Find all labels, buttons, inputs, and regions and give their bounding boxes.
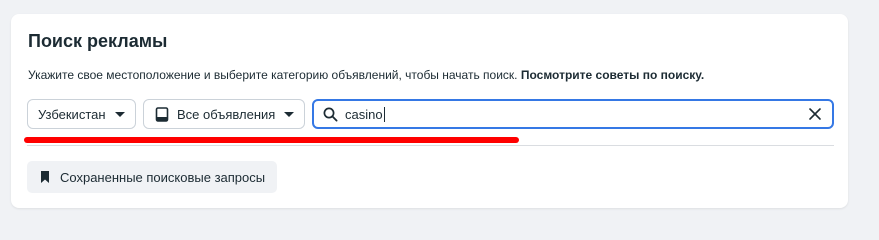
search-input[interactable]: casino: [312, 99, 834, 129]
category-value: Все объявления: [177, 106, 276, 122]
panel-subtitle: Укажите свое местоположение и выберите к…: [28, 68, 704, 82]
ad-search-panel: Поиск рекламы Укажите свое местоположени…: [11, 14, 848, 208]
bookmark-icon: [37, 169, 53, 185]
search-icon: [322, 106, 338, 122]
close-icon[interactable]: [808, 107, 822, 121]
ad-category-select[interactable]: Все объявления: [143, 99, 305, 129]
panel-title: Поиск рекламы: [28, 31, 168, 51]
divider: [27, 145, 834, 146]
saved-searches-button[interactable]: Сохраненные поисковые запросы: [27, 161, 278, 193]
red-underline-annotation: [24, 137, 519, 143]
search-query: casino: [345, 106, 383, 122]
subtitle-text: Укажите свое местоположение и выберите к…: [28, 68, 521, 82]
saved-searches-label: Сохраненные поисковые запросы: [60, 169, 266, 185]
search-tips-link[interactable]: Посмотрите советы по поиску.: [521, 68, 704, 82]
tablet-icon: [154, 106, 170, 122]
text-cursor: [383, 106, 385, 122]
country-select[interactable]: Узбекистан: [27, 99, 136, 129]
chevron-down-icon: [115, 112, 125, 117]
chevron-down-icon: [284, 112, 294, 117]
country-value: Узбекистан: [38, 106, 106, 122]
